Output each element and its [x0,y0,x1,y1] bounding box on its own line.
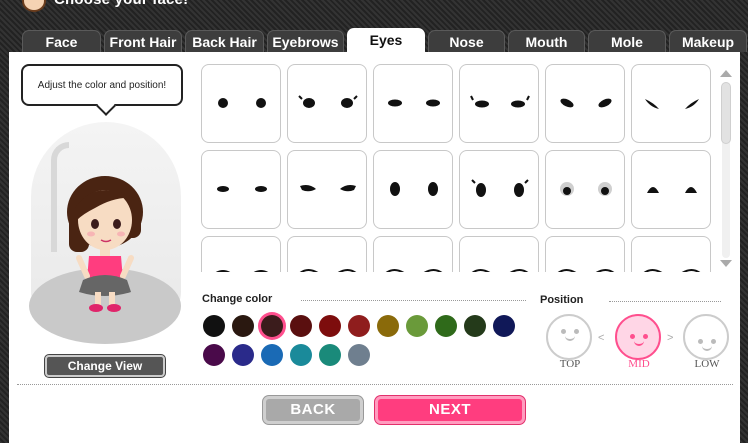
color-swatch-5[interactable] [319,315,341,337]
instruction-bubble: Adjust the color and position! [21,64,183,106]
scroll-up-icon[interactable] [720,70,732,77]
color-swatch-12[interactable] [203,344,225,366]
avatar-preview [29,122,181,350]
position-mid-option[interactable] [615,314,661,360]
color-swatch-17[interactable] [348,344,370,366]
color-divider [301,300,526,301]
avatar-logo-icon [22,0,46,12]
color-swatch-3[interactable] [261,315,283,337]
color-swatch-4[interactable] [290,315,312,337]
eye-option-1[interactable] [201,64,281,143]
change-view-button[interactable]: Change View [45,355,165,377]
eye-option-4[interactable] [459,64,539,143]
eye-option-17[interactable] [545,236,625,272]
page-title: Choose your face! [54,0,188,8]
editor-panel: Adjust the color and position! Change Vi… [9,52,740,443]
eye-option-8[interactable] [287,150,367,229]
position-divider [609,301,721,302]
color-swatches [203,315,533,375]
color-swatch-16[interactable] [319,344,341,366]
back-button[interactable]: BACK [263,396,363,424]
tab-nose[interactable]: Nose [428,30,505,52]
color-swatch-14[interactable] [261,344,283,366]
eye-option-10[interactable] [459,150,539,229]
eye-option-15[interactable] [373,236,453,272]
color-swatch-1[interactable] [203,315,225,337]
color-swatch-7[interactable] [377,315,399,337]
change-color-title: Change color [202,293,273,305]
tab-mole[interactable]: Mole [588,30,666,52]
instruction-text: Adjust the color and position! [37,79,167,91]
bottom-divider [17,384,733,385]
color-swatch-2[interactable] [232,315,254,337]
color-swatch-6[interactable] [348,315,370,337]
grid-scrollbar[interactable] [719,70,732,270]
scroll-thumb[interactable] [721,82,731,144]
eye-option-14[interactable] [287,236,367,272]
category-tabs: Face Front Hair Back Hair Eyebrows Eyes … [22,28,748,52]
tab-mouth[interactable]: Mouth [508,30,585,52]
position-low-option[interactable] [683,314,729,360]
eye-option-7[interactable] [201,150,281,229]
color-swatch-11[interactable] [493,315,515,337]
eye-option-9[interactable] [373,150,453,229]
color-swatch-9[interactable] [435,315,457,337]
position-mid-label: MID [628,358,650,370]
eye-option-18[interactable] [631,236,711,272]
arrow-right-icon: > [667,332,674,344]
tab-makeup[interactable]: Makeup [669,30,747,52]
eye-option-6[interactable] [631,64,711,143]
tab-back-hair[interactable]: Back Hair [185,30,264,52]
tab-eyes[interactable]: Eyes [347,28,425,52]
next-button[interactable]: NEXT [375,396,525,424]
tab-face[interactable]: Face [22,30,101,52]
eye-option-3[interactable] [373,64,453,143]
eye-option-5[interactable] [545,64,625,143]
position-low-label: LOW [694,358,720,370]
position-title: Position [540,294,584,306]
eyes-option-grid [201,64,721,272]
color-swatch-15[interactable] [290,344,312,366]
eye-option-11[interactable] [545,150,625,229]
avatar-figure [67,176,143,312]
color-swatch-13[interactable] [232,344,254,366]
scroll-down-icon[interactable] [720,260,732,267]
color-swatch-10[interactable] [464,315,486,337]
arrow-left-icon: < [598,332,605,344]
position-top-label: TOP [559,358,581,370]
eye-option-13[interactable] [201,236,281,272]
eye-option-12[interactable] [631,150,711,229]
tab-front-hair[interactable]: Front Hair [104,30,182,52]
position-top-option[interactable] [546,314,592,360]
tab-eyebrows[interactable]: Eyebrows [267,30,344,52]
header: Choose your face! [0,0,748,28]
color-swatch-8[interactable] [406,315,428,337]
eye-option-2[interactable] [287,64,367,143]
eye-option-16[interactable] [459,236,539,272]
